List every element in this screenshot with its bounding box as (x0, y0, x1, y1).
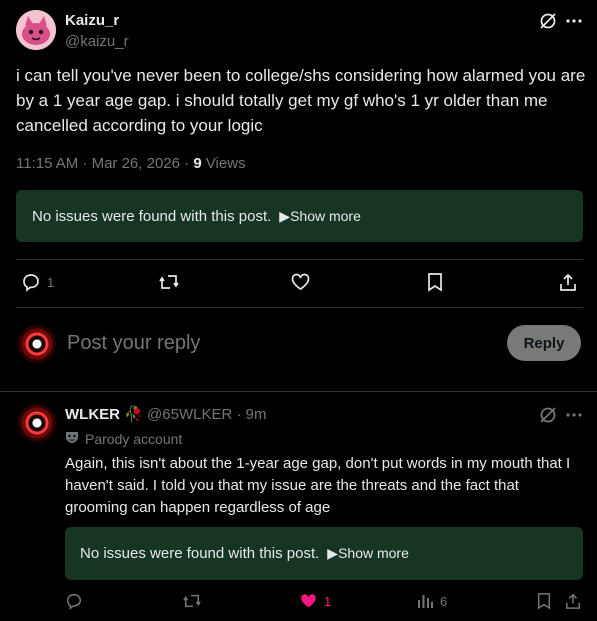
bookmark-icon[interactable] (426, 272, 444, 292)
like-icon[interactable] (290, 272, 311, 292)
grok-icon[interactable] (538, 405, 558, 425)
kaizu-avatar[interactable] (16, 10, 56, 50)
reply-count: 1 (47, 274, 55, 290)
share-icon[interactable] (559, 272, 577, 292)
views-count: 6 (440, 593, 448, 609)
reply-show-more-link[interactable]: ▶Show more (327, 545, 409, 562)
author-handle[interactable]: @kaizu_r (65, 33, 129, 50)
current-user-avatar[interactable] (18, 325, 56, 363)
author-name[interactable]: Kaizu_r (65, 12, 119, 29)
more-icon[interactable] (565, 11, 583, 31)
views-icon (417, 592, 434, 610)
views-action[interactable]: 6 (417, 592, 447, 610)
reply-action[interactable]: 1 (21, 272, 54, 292)
reply-note-box: No issues were found with this post. ▶Sh… (65, 527, 583, 580)
like-count: 1 (324, 593, 332, 609)
grok-icon[interactable] (538, 11, 558, 31)
parody-label: Parody account (85, 430, 183, 447)
like-action[interactable]: 1 (299, 592, 331, 610)
rose-emoji: 🥀 (124, 406, 143, 423)
divider (16, 259, 583, 260)
divider (16, 307, 583, 308)
post-meta: 11:15 AM · Mar 26, 2026 · 9 Views (16, 155, 246, 172)
wlker-avatar[interactable] (18, 404, 56, 442)
reply-text: Again, this isn't about the 1-year age g… (65, 455, 571, 516)
reply-author-handle[interactable]: @65WLKER · 9m (147, 406, 266, 423)
post-timestamp[interactable]: 11:15 AM · Mar 26, 2026 · (16, 155, 193, 172)
reply-icon[interactable] (65, 592, 83, 610)
parody-badge: Parody account (65, 430, 182, 447)
like-icon (299, 592, 318, 610)
reply-note-text: No issues were found with this post. (80, 545, 320, 562)
note-text: No issues were found with this post. (32, 207, 272, 225)
note-box: No issues were found with this post. ▶Sh… (16, 190, 583, 242)
views-count: 9 (193, 155, 202, 172)
reply-author-name[interactable]: WLKER (65, 406, 120, 423)
reply-button[interactable]: Reply (507, 325, 581, 361)
reply-input[interactable]: Post your reply (67, 332, 200, 355)
reply-icon (21, 272, 41, 292)
share-icon[interactable] (565, 592, 581, 610)
divider (0, 391, 597, 392)
reply-author-line: WLKER 🥀 @65WLKER · 9m (65, 405, 266, 423)
repost-icon[interactable] (158, 272, 180, 292)
show-more-link[interactable]: ▶Show more (279, 208, 361, 225)
parody-mask-icon (65, 430, 79, 447)
views-label: Views (201, 155, 246, 172)
repost-icon[interactable] (182, 592, 202, 610)
post-text: i can tell you've never been to college/… (16, 66, 586, 135)
more-icon[interactable] (565, 405, 583, 425)
bookmark-icon[interactable] (536, 592, 552, 610)
